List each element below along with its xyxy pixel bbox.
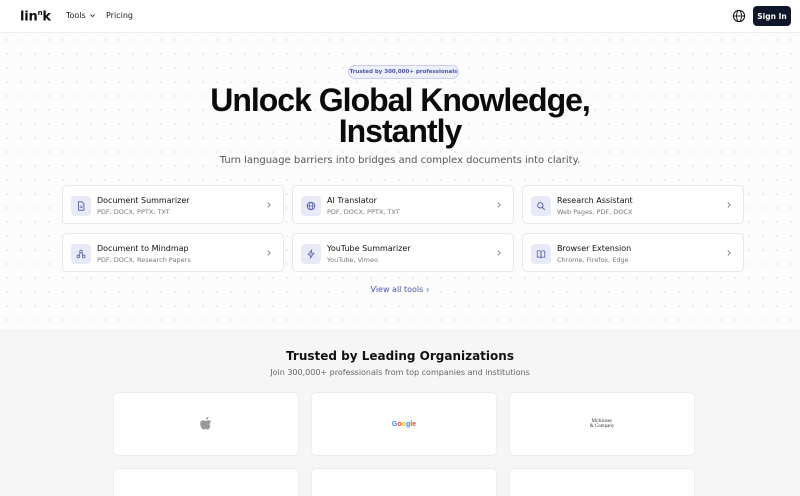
tool-title: Document to Mindmap [97, 244, 189, 253]
logo[interactable]: linnk [20, 9, 51, 24]
tool-title: AI Translator [327, 196, 377, 205]
logo-text-end: k [42, 9, 51, 25]
tool-card-document-to-mindmap[interactable]: Document to Mindmap PDF, DOCX, Research … [62, 233, 284, 272]
mckinsey-line-2: & Company [589, 424, 615, 429]
mindmap-icon [71, 244, 91, 264]
trusted-title: Trusted by Leading Organizations [286, 349, 514, 363]
mckinsey-logo: McKinsey & Company [590, 419, 615, 429]
tool-subtitle: Chrome, Firefox, Edge [557, 256, 629, 264]
tool-subtitle: YouTube, Vimeo [327, 256, 378, 264]
org-card [113, 468, 299, 496]
tool-card-youtube-summarizer[interactable]: YouTube Summarizer YouTube, Vimeo [292, 233, 514, 272]
trusted-subtitle: Join 300,000+ professionals from top com… [270, 368, 530, 377]
view-all-label: View all tools [370, 285, 424, 294]
chevron-right-icon [267, 202, 271, 208]
book-icon [531, 244, 551, 264]
nav-tools-label: Tools [66, 11, 86, 20]
sign-in-button[interactable]: Sign In [753, 6, 791, 26]
tool-card-browser-extension[interactable]: Browser Extension Chrome, Firefox, Edge [522, 233, 744, 272]
top-nav: linnk Tools Pricing Sign In [0, 0, 800, 33]
tool-subtitle: PDF, DOCX, Research Papers [97, 256, 191, 264]
tool-title: YouTube Summarizer [327, 244, 411, 253]
nav-pricing-link[interactable]: Pricing [106, 11, 133, 20]
globe-icon [301, 196, 321, 216]
trust-badge: Trusted by 300,000+ professionals [348, 65, 459, 79]
tool-title: Research Assistant [557, 196, 633, 205]
tool-subtitle: PDF, DOCX, PPTX, TXT [97, 208, 170, 216]
language-globe-icon[interactable] [732, 9, 746, 23]
tool-card-research-assistant[interactable]: Research Assistant Web Pages, PDF, DOCX [522, 185, 744, 224]
headline-line-2: Instantly [338, 113, 463, 149]
tool-subtitle: PDF, DOCX, PPTX, TXT [327, 208, 400, 216]
chevron-right-icon [727, 202, 731, 208]
apple-logo [200, 416, 212, 430]
logo-text: lin [20, 9, 38, 25]
chevron-right-icon [497, 202, 501, 208]
headline-line-1: Unlock Global Knowledge, [210, 82, 591, 118]
org-card-google: Google [311, 392, 497, 456]
hero-headline: Unlock Global Knowledge, Instantly [0, 82, 800, 149]
chevron-right-icon: › [426, 285, 430, 294]
chevron-down-icon [89, 14, 95, 18]
tool-subtitle: Web Pages, PDF, DOCX [557, 208, 633, 216]
view-all-tools-link[interactable]: View all tools › [0, 285, 800, 294]
tool-card-document-summarizer[interactable]: Document Summarizer PDF, DOCX, PPTX, TXT [62, 185, 284, 224]
nav-tools-menu[interactable]: Tools [66, 11, 96, 20]
lightning-icon [301, 244, 321, 264]
search-icon [531, 196, 551, 216]
google-logo: Google [391, 420, 417, 428]
tool-title: Document Summarizer [97, 196, 190, 205]
hero-subheadline: Turn language barriers into bridges and … [219, 155, 581, 166]
tool-card-ai-translator[interactable]: AI Translator PDF, DOCX, PPTX, TXT [292, 185, 514, 224]
org-card-apple [113, 392, 299, 456]
tool-title: Browser Extension [557, 244, 632, 253]
chevron-right-icon [727, 250, 731, 256]
document-icon [71, 196, 91, 216]
org-card [509, 468, 695, 496]
chevron-right-icon [267, 250, 271, 256]
chevron-right-icon [497, 250, 501, 256]
org-card [311, 468, 497, 496]
org-card-mckinsey: McKinsey & Company [509, 392, 695, 456]
